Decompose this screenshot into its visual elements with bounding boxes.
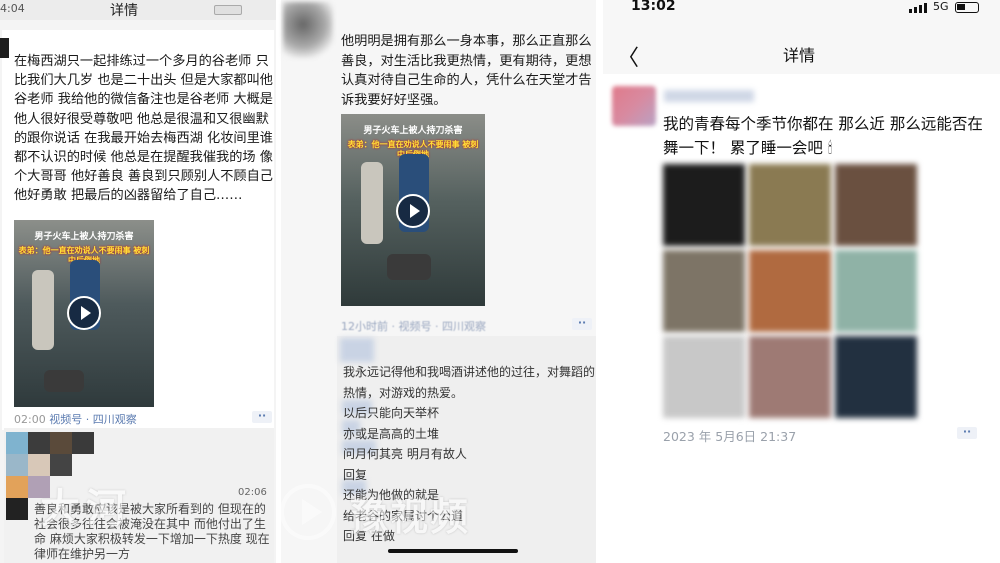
photo-thumbnail[interactable] <box>749 164 831 246</box>
watermark-brand: 豫视频 <box>350 495 471 539</box>
more-button[interactable]: ·· <box>252 410 272 423</box>
video-banner: 男子火车上被人持刀杀害 <box>363 126 463 136</box>
avatar[interactable] <box>0 38 9 58</box>
video-banner: 男子火车上被人持刀杀害 <box>34 232 134 242</box>
divider <box>596 0 603 563</box>
post-text: 在梅西湖只一起排练过一个多月的谷老师 只比我们大几岁 也是二十出头 但是大家都叫… <box>14 54 273 204</box>
page-title: 详情 <box>783 46 816 65</box>
video-meta: 02:00 视频号 · 四川观察 <box>14 411 137 427</box>
signal-icon <box>909 3 929 13</box>
network-label: 5G <box>933 0 949 13</box>
back-icon[interactable]: 〈 <box>617 40 639 72</box>
comment-time: 02:06 <box>238 487 267 498</box>
page-title: 详情 <box>110 3 138 19</box>
more-button[interactable]: ·· <box>957 426 977 439</box>
status-time: 4:04 <box>0 2 25 15</box>
photo-thumbnail[interactable] <box>835 164 917 246</box>
play-icon <box>280 484 336 540</box>
photo-thumbnail[interactable] <box>835 250 917 332</box>
more-button[interactable]: ·· <box>572 317 592 330</box>
video-thumbnail[interactable]: 男子火车上被人持刀杀害 表弟：他一直在劝说人不要闹事 被刺中后倒地 <box>14 220 154 407</box>
status-bar: 4:04 详情 <box>0 0 276 20</box>
play-icon[interactable] <box>396 194 430 228</box>
avatar[interactable] <box>612 86 656 126</box>
video-source[interactable]: 视频号 · 四川观察 <box>49 413 137 426</box>
video-time: 02:00 <box>14 413 46 426</box>
video-figure <box>32 270 54 350</box>
battery-icon <box>955 2 979 13</box>
photo-grid <box>663 164 918 418</box>
photo-thumbnail[interactable] <box>663 336 745 418</box>
home-indicator <box>388 549 518 553</box>
battery-icon <box>214 5 242 15</box>
post-date: 2023 年 5月6日 21:37 <box>663 429 797 444</box>
video-thumbnail[interactable]: 男子火车上被人持刀杀害 表弟：他一直在劝说人不要闹事 被刺中后倒地 <box>341 114 485 306</box>
post-text: 他明明是拥有那么一身本事，那么正直那么善良，对生活比我更热情，更有期待，更想认真… <box>341 34 592 108</box>
blurred-name <box>340 338 374 362</box>
status-time: 13:02 <box>631 0 676 14</box>
photo-thumbnail[interactable] <box>749 250 831 332</box>
post-text: 我的青春每个季节你都在 那么近 那么远能否在舞一下！ 累了睡一会吧 🕯 <box>663 115 983 157</box>
avatar[interactable] <box>283 2 333 58</box>
photo-thumbnail[interactable] <box>835 336 917 418</box>
nav-bar: 〈 详情 <box>603 30 1000 74</box>
video-meta: 12小时前 · 视频号 · 四川观察 <box>341 320 486 333</box>
status-bar: 13:02 5G <box>603 0 1000 18</box>
blurred-name[interactable] <box>664 90 754 102</box>
video-figure <box>44 370 84 392</box>
photo-thumbnail[interactable] <box>663 164 745 246</box>
play-icon[interactable] <box>67 296 101 330</box>
video-figure <box>361 162 383 244</box>
watermark-logo: 大河 <box>40 486 132 532</box>
photo-thumbnail[interactable] <box>663 250 745 332</box>
watermark: 豫视频 <box>280 484 530 544</box>
video-figure <box>387 254 431 280</box>
photo-thumbnail[interactable] <box>749 336 831 418</box>
